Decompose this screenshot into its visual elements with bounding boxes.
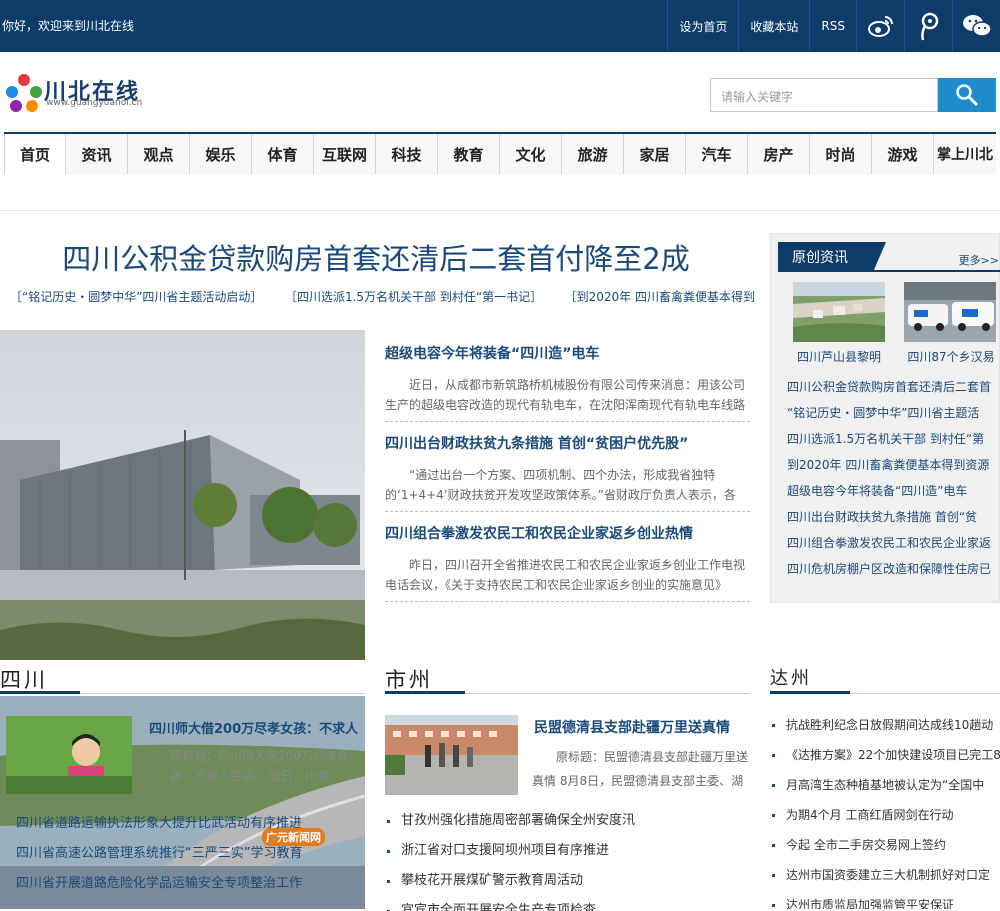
list-item[interactable]: 四川公积金贷款购房首套还清后二套首 [787, 374, 993, 400]
top-bar: 你好，欢迎来到川北在线 设为首页 收藏本站 RSS [0, 0, 1000, 52]
news-title[interactable]: 四川组合拳激发农民工和农民企业家返乡创业热情 [385, 526, 693, 542]
tencent-weibo-icon[interactable] [904, 0, 952, 52]
list-item[interactable]: 今起 全市二手房交易网上签约 [770, 830, 1000, 860]
nav-item-news[interactable]: 资讯 [66, 134, 128, 174]
shizhou-news-list: 甘孜州强化措施周密部署确保全州安度汛 浙江省对口支援阿坝州项目有序推进 攀枝花开… [385, 806, 750, 911]
nav-item-sports[interactable]: 体育 [252, 134, 314, 174]
news-item: 四川出台财政扶贫九条措施 首创“贫困户优先股” “通过出台一个方案、四项机制、四… [385, 433, 750, 512]
feature-title[interactable]: 民盟德清县支部赴疆万里送真情 [534, 717, 730, 737]
news-title[interactable]: 四川出台财政扶贫九条措施 首创“贫困户优先股” [385, 436, 688, 452]
nav-item-internet[interactable]: 互联网 [314, 134, 376, 174]
list-item[interactable]: 攀枝花开展煤矿警示教育周活动 [385, 866, 750, 896]
rss-link[interactable]: RSS [809, 0, 856, 52]
bookmark-link[interactable]: 收藏本站 [738, 0, 809, 52]
news-item: 超级电容今年将装备“四川造”电车 近日，从成都市新筑路桥机械股份有限公司传来消息… [385, 343, 750, 422]
sublink[interactable]: ［四川选派1.5万名机关干部 到村任“第一书记］ [285, 288, 542, 305]
thumbnail-caption[interactable]: 四川芦山县黎明 [791, 348, 887, 365]
nav-item-auto[interactable]: 汽车 [686, 134, 748, 174]
logo-mark-icon [6, 74, 42, 112]
feature-summary: 原标题：四川师大借200万尽孝女孩：不求人生活... 近日，川师 [170, 749, 349, 783]
nav-item-travel[interactable]: 旅游 [562, 134, 624, 174]
list-item[interactable]: 四川出台财政扶贫九条措施 首创“贫 [787, 504, 993, 530]
news-summary: “通过出台一个方案、四项机制、四个办法，形成我省独特的‘1+4+4’财政扶贫开发… [385, 468, 736, 502]
nav-item-entertainment[interactable]: 娱乐 [190, 134, 252, 174]
list-item[interactable]: “铭记历史・圆梦中华”四川省主题活 [787, 400, 993, 426]
thumbnail-image[interactable] [793, 282, 885, 342]
search-box: 请输入关键字 [710, 78, 996, 112]
divider [385, 601, 750, 602]
thumbnail-image[interactable] [904, 282, 996, 342]
thumbnail-caption[interactable]: 四川87个乡汉易 [903, 348, 999, 365]
divider [385, 511, 750, 512]
section-header-dazhou: 达州 [770, 664, 1000, 694]
news-title[interactable]: 超级电容今年将装备“四川造”电车 [385, 346, 599, 362]
wechat-icon[interactable] [952, 0, 1000, 52]
list-item[interactable]: 抗战胜利纪念日放假期间达成线10趟动 [770, 710, 1000, 740]
set-homepage-link[interactable]: 设为首页 [667, 0, 738, 52]
list-item[interactable]: 四川选派1.5万名机关干部 到村任“第 [787, 426, 993, 452]
section-header-sichuan: 四川 [0, 664, 365, 694]
list-item[interactable]: 月高湾生态种植基地被认定为“全国中 [770, 770, 1000, 800]
nav-item-fashion[interactable]: 时尚 [810, 134, 872, 174]
feature-thumbnail[interactable] [6, 716, 132, 794]
list-item[interactable]: 为期4个月 工商红盾网剑在行动 [770, 800, 1000, 830]
news-summary: 近日，从成都市新筑路桥机械股份有限公司传来消息：用该公司生产的超级电容改造的现代… [385, 378, 746, 412]
more-link[interactable]: 更多>> [959, 252, 999, 268]
list-item[interactable]: 超级电容今年将装备“四川造”电车 [787, 478, 993, 504]
top-links: 设为首页 收藏本站 RSS [667, 0, 1000, 52]
headline-title[interactable]: 四川公积金贷款购房首套还清后二套首付降至2成 [0, 236, 752, 278]
nav-item-home-living[interactable]: 家居 [624, 134, 686, 174]
list-item[interactable]: 四川省高速公路管理系统推行“三严三实”学习教育 [16, 842, 302, 861]
original-news-panel: 原创资讯 更多>> 四川芦山县黎明 四川87个乡汉易 四川公积金贷款购房首套还清… [770, 233, 1000, 603]
list-item[interactable]: 四川省道路运输执法形象大提升比武活动有序推进 [16, 812, 302, 831]
feature-summary: 原标题：民盟德清县支部赴疆万里送真情 8月8日，民盟德清县支部主委、湖 [532, 750, 749, 788]
section-title[interactable]: 四川 [0, 664, 80, 694]
panel-header: 原创资讯 更多>> [778, 242, 1000, 272]
side-news-list: 四川公积金贷款购房首套还清后二套首 “铭记历史・圆梦中华”四川省主题活 四川选派… [787, 374, 993, 582]
section-title[interactable]: 市州 [385, 664, 465, 694]
main-nav: 首页 资讯 观点 娱乐 体育 互联网 科技 教育 文化 旅游 家居 汽车 房产 … [4, 132, 996, 174]
feature-title[interactable]: 四川师大借200万尽孝女孩：不求人 [149, 718, 358, 737]
panel-title: 原创资讯 [778, 242, 886, 272]
featured-photo[interactable] [0, 330, 365, 660]
list-item[interactable]: 四川省开展道路危险化学品运输安全专项整治工作 [16, 872, 302, 891]
site-logo[interactable]: 川北在线 www.guangyuanol.cn [4, 70, 164, 115]
nav-item-home[interactable]: 首页 [4, 134, 66, 174]
list-item[interactable]: 到2020年 四川畜禽粪便基本得到资源 [787, 452, 993, 478]
feature-thumbnail[interactable] [385, 715, 518, 795]
search-input[interactable]: 请输入关键字 [710, 78, 938, 112]
sublink[interactable]: ［“铭记历史・圆梦中华”四川省主题活动启动］ [10, 288, 262, 305]
sublink[interactable]: ［到2020年 四川畜禽粪便基本得到 [565, 288, 755, 305]
dazhou-news-list: 抗战胜利纪念日放假期间达成线10趟动 《达推方案》22个加快建设项目已完工8 月… [770, 710, 1000, 909]
section-title[interactable]: 达州 [770, 664, 850, 694]
list-item[interactable]: 达州市质监局加强监管平安保证 [770, 890, 1000, 909]
search-icon [956, 84, 979, 107]
headline-sublinks: ［“铭记历史・圆梦中华”四川省主题活动启动］ ［四川选派1.5万名机关干部 到村… [10, 288, 755, 305]
divider [385, 421, 750, 422]
logo-url: www.guangyuanol.cn [46, 98, 143, 108]
divider [0, 210, 1000, 211]
sichuan-feature: 四川师大借200万尽孝女孩：不求人 原标题：四川师大借200万尽孝女孩：不求人生… [0, 696, 365, 909]
search-button[interactable] [938, 78, 996, 112]
list-item[interactable]: 《达推方案》22个加快建设项目已完工8 [770, 740, 1000, 770]
nav-item-realestate[interactable]: 房产 [748, 134, 810, 174]
list-item[interactable]: 四川组合拳激发农民工和农民企业家返 [787, 530, 993, 556]
list-item[interactable]: 浙江省对口支援阿坝州项目有序推进 [385, 836, 750, 866]
section-header-shizhou: 市州 [385, 664, 750, 694]
list-item[interactable]: 甘孜州强化措施周密部署确保全州安度汛 [385, 806, 750, 836]
nav-item-games[interactable]: 游戏 [872, 134, 934, 174]
nav-item-culture[interactable]: 文化 [500, 134, 562, 174]
list-item[interactable]: 四川危机房棚户区改造和保障性住房已 [787, 556, 993, 582]
nav-item-mobile[interactable]: 掌上川北 [934, 134, 996, 174]
welcome-text: 你好，欢迎来到川北在线 [2, 19, 135, 33]
watermark-logo: 广元新闻网 [262, 828, 325, 846]
nav-item-tech[interactable]: 科技 [376, 134, 438, 174]
nav-item-education[interactable]: 教育 [438, 134, 500, 174]
list-item[interactable]: 达州市国资委建立三大机制抓好对口定 [770, 860, 1000, 890]
nav-item-opinion[interactable]: 观点 [128, 134, 190, 174]
news-item: 四川组合拳激发农民工和农民企业家返乡创业热情 昨日，四川召开全省推进农民工和农民… [385, 523, 750, 602]
news-summary: 昨日，四川召开全省推进农民工和农民企业家返乡创业工作电视电话会议，《关于支持农民… [385, 558, 746, 592]
weibo-icon[interactable] [856, 0, 904, 52]
